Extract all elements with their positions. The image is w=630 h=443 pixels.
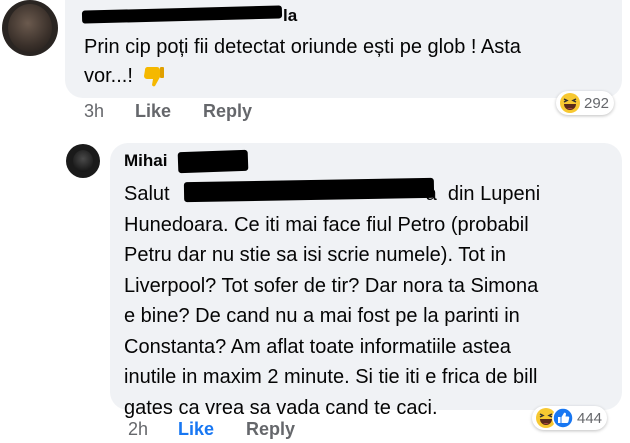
reaction-count: 292 xyxy=(584,94,610,112)
comment-time[interactable]: 3h xyxy=(84,101,104,122)
comment-text: Salut a din Lupeni Hunedoara. Ce iti mai … xyxy=(124,183,541,419)
comment-author[interactable]: Mihai xyxy=(124,151,167,171)
like-button[interactable]: Like xyxy=(135,101,171,122)
reactions-summary[interactable]: 292 xyxy=(556,91,615,115)
avatar[interactable] xyxy=(66,144,100,178)
comment-time[interactable]: 2h xyxy=(128,419,148,440)
haha-icon xyxy=(559,92,581,114)
redacted-author-name xyxy=(177,149,249,174)
reply-button[interactable]: Reply xyxy=(203,101,252,122)
avatar[interactable] xyxy=(2,0,58,56)
like-icon xyxy=(552,407,574,429)
comment-author[interactable]: la xyxy=(283,6,297,26)
thumbs-down-icon xyxy=(143,65,165,94)
reactions-summary[interactable]: 444 xyxy=(532,406,608,430)
reply-button[interactable]: Reply xyxy=(246,419,295,440)
reaction-count: 444 xyxy=(577,409,603,427)
like-button[interactable]: Like xyxy=(178,419,214,440)
